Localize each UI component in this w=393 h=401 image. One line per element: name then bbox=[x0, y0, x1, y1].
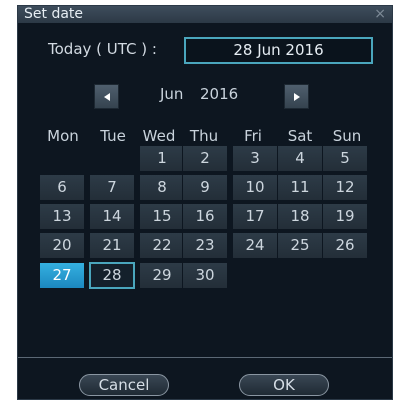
next-month-button[interactable] bbox=[284, 84, 309, 109]
set-date-dialog: Set date × Today ( UTC ) : 28 Jun 2016 J… bbox=[17, 5, 393, 400]
day-cell-19[interactable]: 19 bbox=[322, 203, 368, 230]
title-bar: Set date × bbox=[18, 6, 392, 23]
day-cell-29[interactable]: 29 bbox=[139, 262, 185, 289]
ok-button[interactable]: OK bbox=[239, 374, 329, 396]
divider bbox=[18, 357, 392, 358]
day-cell-30[interactable]: 30 bbox=[182, 262, 228, 289]
day-cell-21[interactable]: 21 bbox=[89, 232, 135, 259]
day-cell-18[interactable]: 18 bbox=[277, 203, 323, 230]
day-cell-3[interactable]: 3 bbox=[232, 145, 278, 172]
day-cell-2[interactable]: 2 bbox=[182, 145, 228, 172]
day-cell-5[interactable]: 5 bbox=[322, 145, 368, 172]
day-cell-7[interactable]: 7 bbox=[89, 174, 135, 201]
close-icon[interactable]: × bbox=[374, 6, 386, 23]
day-cell-28[interactable]: 28 bbox=[89, 262, 135, 289]
day-cell-26[interactable]: 26 bbox=[322, 232, 368, 259]
day-cell-10[interactable]: 10 bbox=[232, 174, 278, 201]
weekday-wed: Wed bbox=[142, 127, 176, 145]
day-cell-25[interactable]: 25 bbox=[277, 232, 323, 259]
day-cell-20[interactable]: 20 bbox=[39, 232, 85, 259]
weekday-sun: Sun bbox=[332, 127, 362, 145]
year-label: 2016 bbox=[200, 85, 239, 103]
day-cell-8[interactable]: 8 bbox=[139, 174, 185, 201]
day-cell-24[interactable]: 24 bbox=[232, 232, 278, 259]
day-cell-6[interactable]: 6 bbox=[39, 174, 85, 201]
day-cell-13[interactable]: 13 bbox=[39, 203, 85, 230]
weekday-fri: Fri bbox=[244, 127, 262, 145]
month-label: Jun bbox=[160, 85, 184, 103]
previous-month-button[interactable] bbox=[94, 84, 119, 109]
day-cell-14[interactable]: 14 bbox=[89, 203, 135, 230]
day-cell-9[interactable]: 9 bbox=[182, 174, 228, 201]
day-cell-4[interactable]: 4 bbox=[277, 145, 323, 172]
weekday-sat: Sat bbox=[287, 127, 313, 145]
today-label: Today ( UTC ) : bbox=[48, 40, 157, 58]
day-cell-12[interactable]: 12 bbox=[322, 174, 368, 201]
weekday-thu: Thu bbox=[189, 127, 219, 145]
day-cell-27[interactable]: 27 bbox=[39, 262, 85, 289]
day-cell-17[interactable]: 17 bbox=[232, 203, 278, 230]
day-cell-1[interactable]: 1 bbox=[139, 145, 185, 172]
cancel-button[interactable]: Cancel bbox=[79, 374, 169, 396]
right-triangle-icon bbox=[294, 93, 300, 101]
day-cell-16[interactable]: 16 bbox=[182, 203, 228, 230]
day-cell-23[interactable]: 23 bbox=[182, 232, 228, 259]
day-cell-15[interactable]: 15 bbox=[139, 203, 185, 230]
left-triangle-icon bbox=[104, 93, 110, 101]
day-cell-22[interactable]: 22 bbox=[139, 232, 185, 259]
weekday-mon: Mon bbox=[47, 127, 79, 145]
today-date-field: 28 Jun 2016 bbox=[184, 37, 373, 64]
dialog-title: Set date bbox=[24, 6, 84, 22]
day-cell-11[interactable]: 11 bbox=[277, 174, 323, 201]
weekday-tue: Tue bbox=[100, 127, 126, 145]
